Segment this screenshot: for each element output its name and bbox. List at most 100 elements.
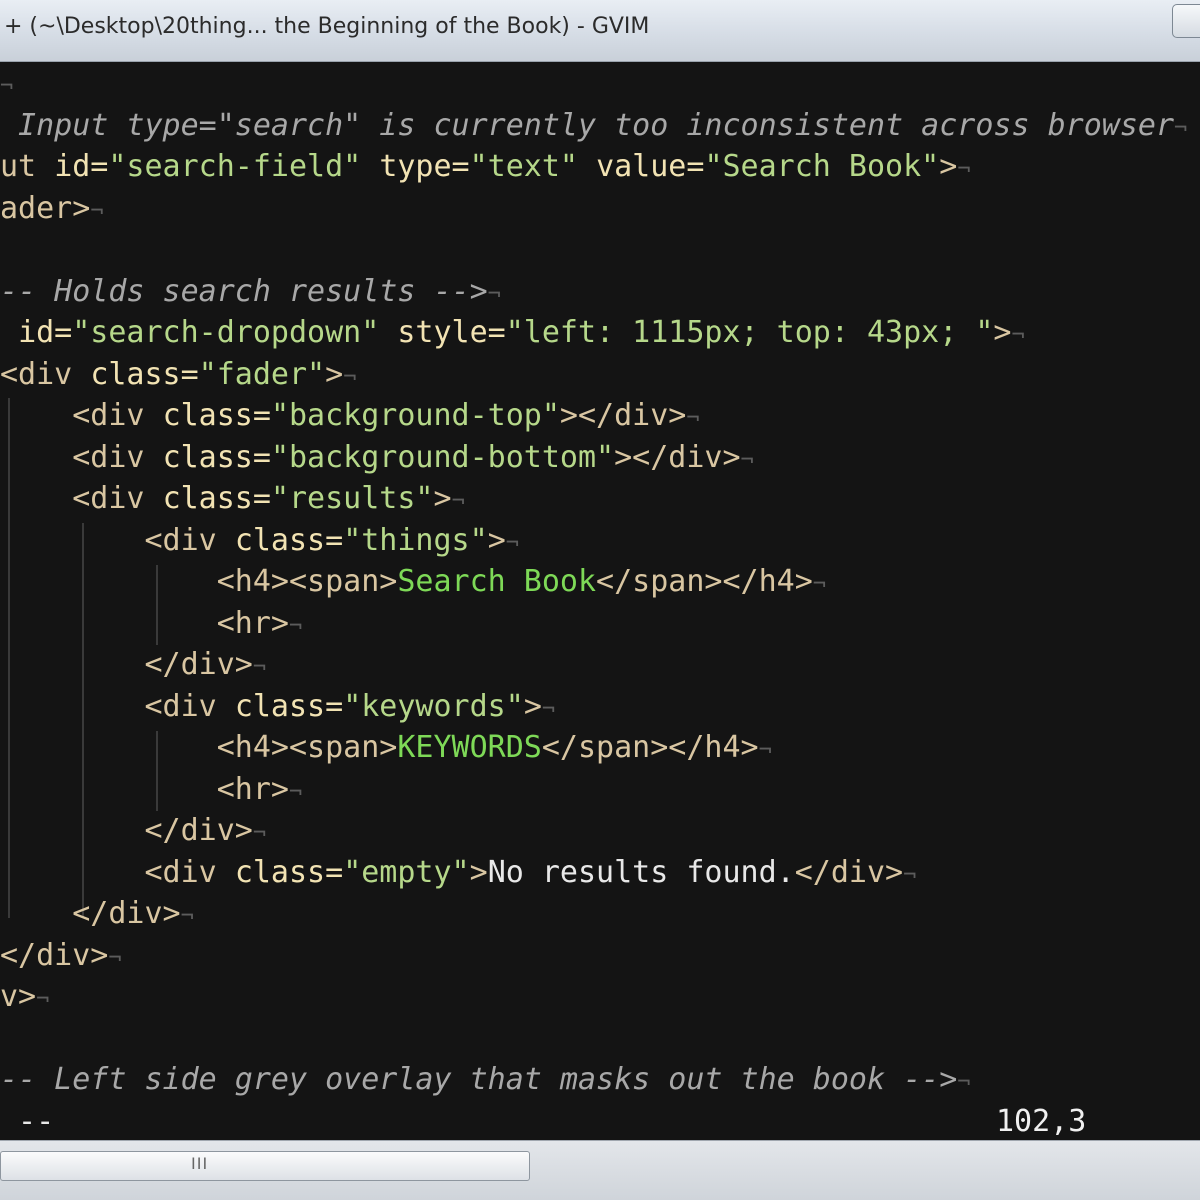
code-token: style= bbox=[397, 315, 506, 350]
code-line[interactable] bbox=[0, 229, 1200, 271]
eol-marker: ¬ bbox=[812, 572, 827, 597]
eol-marker: ¬ bbox=[90, 198, 104, 224]
eol-marker: ¬ bbox=[541, 696, 556, 722]
code-line[interactable]: <div class="keywords">¬ bbox=[0, 686, 1200, 728]
eol-marker: ¬ bbox=[288, 779, 303, 805]
code-token: <div bbox=[0, 854, 235, 890]
code-line[interactable]: <hr>¬ bbox=[0, 603, 1200, 645]
code-line[interactable]: id="search-dropdown" style="left: 1115px… bbox=[0, 312, 1200, 354]
code-token: class= bbox=[162, 481, 271, 516]
code-line[interactable]: <div class="results">¬ bbox=[0, 478, 1200, 520]
code-line[interactable]: <div class="things">¬ bbox=[0, 520, 1200, 562]
code-token: <div bbox=[0, 688, 235, 724]
code-line[interactable]: ader>¬ bbox=[0, 188, 1200, 230]
code-line[interactable]: <div class="background-bottom"></div>¬ bbox=[0, 437, 1200, 479]
grip-icon: III bbox=[191, 1154, 209, 1173]
code-token: class= bbox=[234, 522, 344, 558]
code-token: type= bbox=[379, 149, 470, 184]
code-line[interactable]: <h4><span>KEYWORDS</span></h4>¬ bbox=[0, 727, 1200, 769]
code-line[interactable]: v>¬ bbox=[0, 976, 1200, 1018]
code-token: -- Left side grey overlay that masks out… bbox=[0, 1062, 958, 1097]
eol-marker: ¬ bbox=[740, 447, 754, 473]
code-line[interactable] bbox=[0, 1018, 1200, 1060]
eol-marker: ¬ bbox=[487, 281, 501, 307]
eol-marker: ¬ bbox=[343, 364, 357, 390]
code-line[interactable]: </div>¬ bbox=[0, 810, 1200, 852]
code-token: "keywords" bbox=[343, 688, 524, 724]
code-token: </div> bbox=[0, 647, 253, 682]
code-token: ></div> bbox=[559, 398, 687, 433]
code-line[interactable]: ¬ bbox=[0, 63, 1200, 105]
eol-marker: ¬ bbox=[957, 1070, 971, 1095]
code-token: <div bbox=[0, 481, 163, 516]
code-token: ></div> bbox=[614, 439, 741, 475]
code-line[interactable]: -- Left side grey overlay that masks out… bbox=[0, 1059, 1200, 1101]
code-token: <div bbox=[0, 439, 163, 475]
code-token: id= bbox=[54, 149, 109, 184]
code-token: > bbox=[993, 315, 1012, 350]
code-token: > bbox=[469, 854, 488, 890]
window-control-button[interactable] bbox=[1172, 4, 1200, 38]
code-token: "Search Book" bbox=[704, 149, 940, 184]
code-token: "left: 1115px; top: 43px; " bbox=[505, 315, 994, 350]
code-token: <hr> bbox=[0, 771, 289, 807]
code-line[interactable]: Input type="search" is currently too inc… bbox=[0, 105, 1200, 147]
code-token: "search-field" bbox=[108, 149, 362, 184]
eol-marker: ¬ bbox=[108, 945, 122, 971]
code-line[interactable]: <div class="background-top"></div>¬ bbox=[0, 395, 1200, 437]
eol-marker: ¬ bbox=[252, 821, 267, 846]
code-token: </div> bbox=[794, 854, 904, 890]
code-token: KEYWORDS bbox=[397, 730, 542, 765]
code-token: > bbox=[325, 356, 344, 392]
code-line[interactable]: -- Holds search results -->¬ bbox=[0, 271, 1200, 313]
code-line[interactable]: <hr>¬ bbox=[0, 769, 1200, 811]
code-token: > bbox=[523, 688, 542, 724]
code-line[interactable]: </div>¬ bbox=[0, 644, 1200, 686]
code-token: "things" bbox=[343, 522, 488, 558]
code-token: Search Book bbox=[397, 564, 597, 599]
code-token: > bbox=[487, 522, 506, 558]
eol-marker: ¬ bbox=[288, 613, 303, 639]
code-token: </div> bbox=[0, 937, 109, 973]
eol-marker: ¬ bbox=[252, 655, 267, 680]
code-token: > bbox=[433, 481, 452, 516]
window-title: + (~\Desktop\20thing... the Beginning of… bbox=[4, 14, 650, 39]
code-line[interactable]: <h4><span>Search Book</span></h4>¬ bbox=[0, 561, 1200, 603]
editor-text-area[interactable]: ¬ Input type="search" is currently too i… bbox=[0, 63, 1200, 1140]
code-line[interactable]: ut id="search-field" type="text" value="… bbox=[0, 146, 1200, 188]
code-line[interactable]: </div>¬ bbox=[0, 893, 1200, 935]
code-token: <h4><span> bbox=[0, 730, 398, 765]
code-token: > bbox=[939, 149, 958, 184]
code-token: class= bbox=[162, 439, 271, 475]
eol-marker: ¬ bbox=[0, 74, 14, 99]
eol-marker: ¬ bbox=[180, 904, 194, 929]
eol-marker: ¬ bbox=[686, 406, 700, 431]
code-token: </div> bbox=[0, 813, 253, 848]
code-token: class= bbox=[90, 356, 199, 392]
eol-marker: ¬ bbox=[36, 987, 50, 1012]
code-token: ader> bbox=[0, 190, 91, 226]
code-token: <div bbox=[0, 356, 91, 392]
code-token: "results" bbox=[270, 481, 434, 516]
scrollbar-thumb[interactable]: III bbox=[0, 1151, 530, 1181]
window-titlebar[interactable]: + (~\Desktop\20thing... the Beginning of… bbox=[0, 0, 1200, 62]
eol-marker: ¬ bbox=[758, 738, 772, 763]
code-token: Input type="search" is currently too inc… bbox=[0, 107, 1174, 143]
code-line[interactable]: <div class="fader">¬ bbox=[0, 354, 1200, 396]
eol-marker: ¬ bbox=[1011, 323, 1025, 348]
code-token: class= bbox=[234, 688, 344, 724]
code-token: <div bbox=[0, 522, 235, 558]
code-line[interactable]: </div>¬ bbox=[0, 935, 1200, 977]
eol-marker: ¬ bbox=[957, 157, 971, 182]
code-token: class= bbox=[162, 398, 271, 433]
code-token: No results found. bbox=[487, 854, 795, 890]
code-token: class= bbox=[234, 854, 344, 890]
code-line[interactable]: <div class="empty">No results found.</di… bbox=[0, 852, 1200, 894]
cursor-position: 102,3 bbox=[996, 1103, 1087, 1139]
horizontal-scrollbar[interactable]: III bbox=[0, 1140, 1200, 1200]
eol-marker: ¬ bbox=[1174, 115, 1188, 141]
